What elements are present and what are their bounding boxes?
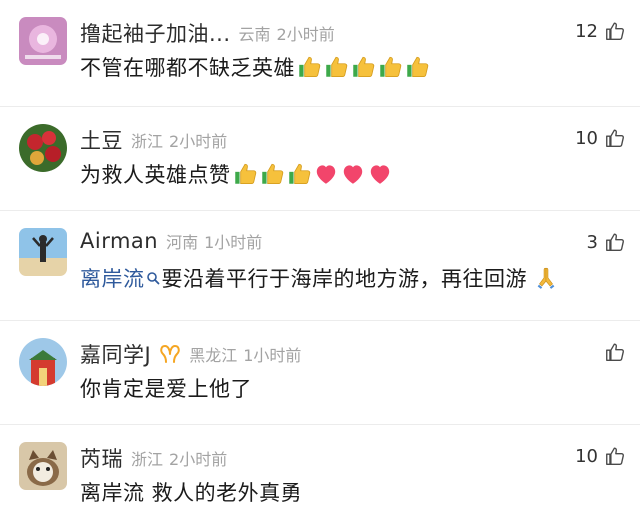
timestamp: 1小时前	[243, 346, 302, 365]
username[interactable]: 土豆	[80, 125, 123, 155]
comment-item: 嘉同学J 黑龙江 1小时前 你肯定是爱上他了	[0, 321, 640, 425]
heart-emoji-icon	[313, 161, 339, 187]
thumbs-up-emoji-icon	[350, 54, 376, 80]
praying-hands-emoji-icon	[533, 265, 559, 291]
avatar[interactable]	[19, 124, 67, 172]
like-count: 10	[575, 445, 598, 467]
comment-body: 不管在哪都不缺乏英雄	[80, 56, 295, 80]
username[interactable]: 嘉同学J	[80, 339, 151, 369]
thumbs-up-icon	[604, 341, 626, 363]
comment-text: 离岸流 救人的老外真勇	[80, 477, 302, 507]
like-count: 3	[586, 231, 598, 253]
username[interactable]: 芮瑞	[80, 443, 123, 473]
avatar[interactable]	[19, 228, 67, 276]
like-button[interactable]: 12	[575, 20, 626, 42]
comment-meta: 土豆 浙江 2小时前	[80, 125, 227, 155]
avatar[interactable]	[19, 442, 67, 490]
comment-text: 为救人英雄点赞	[80, 159, 393, 189]
comment-list: 撸起袖子加油... 云南 2小时前 12 不管在哪都不缺乏英雄 土豆 浙江 2小…	[0, 0, 640, 529]
username[interactable]: 撸起袖子加油...	[80, 18, 231, 48]
comment-meta: 嘉同学J 黑龙江 1小时前	[80, 339, 301, 369]
timestamp: 2小时前	[169, 450, 228, 469]
comment-body: 离岸流 救人的老外真勇	[80, 481, 303, 505]
location: 浙江	[131, 450, 164, 469]
search-icon[interactable]	[146, 269, 160, 287]
thumbs-up-emoji-icon	[286, 161, 312, 187]
comment-item: Airman 河南 1小时前 3 离岸流 要沿着平行于海岸的地方游，再往回游	[0, 211, 640, 321]
like-button[interactable]: 10	[575, 445, 626, 467]
thumbs-up-emoji-icon	[323, 54, 349, 80]
location: 河南	[166, 233, 199, 252]
comment-text: 你肯定是爱上他了	[80, 373, 252, 403]
timestamp: 1小时前	[204, 233, 263, 252]
like-count: 12	[575, 20, 598, 42]
comment-meta: 芮瑞 浙江 2小时前	[80, 443, 227, 473]
thumbs-up-icon	[604, 127, 626, 149]
like-button[interactable]: 10	[575, 127, 626, 149]
avatar[interactable]	[19, 338, 67, 386]
like-button[interactable]	[598, 341, 626, 363]
thumbs-up-emoji-icon	[404, 54, 430, 80]
heart-emoji-icon	[367, 161, 393, 187]
comment-meta: Airman 河南 1小时前	[80, 229, 262, 253]
thumbs-up-icon	[604, 445, 626, 467]
timestamp: 2小时前	[276, 25, 335, 44]
like-button[interactable]: 3	[587, 231, 626, 253]
vip-badge-icon	[160, 345, 180, 363]
comment-body: 你肯定是爱上他了	[80, 377, 252, 401]
comment-item: 土豆 浙江 2小时前 10 为救人英雄点赞	[0, 107, 640, 211]
comment-body: 要沿着平行于海岸的地方游，再往回游	[161, 267, 527, 291]
thumbs-up-emoji-icon	[232, 161, 258, 187]
comment-meta: 撸起袖子加油... 云南 2小时前	[80, 18, 335, 48]
username[interactable]: Airman	[80, 229, 158, 253]
location: 黑龙江	[189, 346, 238, 365]
topic-link[interactable]: 离岸流	[80, 263, 145, 293]
timestamp: 2小时前	[169, 132, 228, 151]
thumbs-up-emoji-icon	[296, 54, 322, 80]
avatar[interactable]	[19, 17, 67, 65]
location: 云南	[238, 25, 271, 44]
thumbs-up-emoji-icon	[377, 54, 403, 80]
thumbs-up-icon	[604, 20, 626, 42]
comment-text: 离岸流 要沿着平行于海岸的地方游，再往回游	[80, 263, 559, 293]
comment-body: 为救人英雄点赞	[80, 163, 231, 187]
location: 浙江	[131, 132, 164, 151]
comment-text: 不管在哪都不缺乏英雄	[80, 52, 430, 82]
thumbs-up-icon	[604, 231, 626, 253]
comment-item: 芮瑞 浙江 2小时前 10 离岸流 救人的老外真勇	[0, 425, 640, 529]
thumbs-up-emoji-icon	[259, 161, 285, 187]
comment-item: 撸起袖子加油... 云南 2小时前 12 不管在哪都不缺乏英雄	[0, 0, 640, 107]
like-count: 10	[575, 127, 598, 149]
heart-emoji-icon	[340, 161, 366, 187]
